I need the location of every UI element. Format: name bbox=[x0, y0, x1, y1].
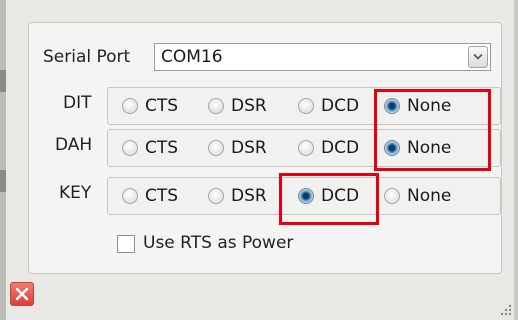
option-label: DCD bbox=[321, 96, 360, 116]
window-edge-right bbox=[514, 0, 518, 320]
settings-panel: Serial Port COM16 DIT CTS DSR DCD None D… bbox=[28, 22, 502, 274]
resize-grip-icon[interactable] bbox=[500, 304, 512, 316]
radio-button[interactable] bbox=[208, 188, 224, 204]
dit-label: DIT bbox=[63, 93, 92, 113]
radio-button[interactable] bbox=[122, 140, 138, 156]
radio-button[interactable] bbox=[298, 140, 314, 156]
radio-button[interactable] bbox=[122, 98, 138, 114]
rts-power-checkbox[interactable] bbox=[117, 235, 135, 253]
close-button[interactable] bbox=[10, 282, 34, 306]
rts-power-label: Use RTS as Power bbox=[143, 233, 294, 253]
option-label: CTS bbox=[145, 138, 179, 158]
key-label: KEY bbox=[59, 183, 92, 203]
close-icon bbox=[15, 287, 29, 301]
dah-label: DAH bbox=[55, 135, 93, 155]
radio-button[interactable] bbox=[208, 140, 224, 156]
serial-port-label: Serial Port bbox=[43, 47, 131, 67]
serial-port-select[interactable]: COM16 bbox=[154, 43, 491, 71]
edge-mark bbox=[0, 170, 6, 192]
radio-button[interactable] bbox=[122, 188, 138, 204]
option-label: DSR bbox=[231, 186, 267, 206]
option-label: DCD bbox=[321, 138, 360, 158]
option-label: CTS bbox=[145, 186, 179, 206]
highlight-box-dit-dah-none bbox=[374, 89, 491, 171]
option-label: None bbox=[407, 186, 452, 206]
edge-mark bbox=[0, 70, 6, 92]
radio-button[interactable] bbox=[298, 98, 314, 114]
radio-button[interactable] bbox=[384, 188, 400, 204]
dropdown-button[interactable] bbox=[468, 46, 488, 68]
chevron-down-icon bbox=[473, 53, 483, 60]
highlight-box-key-dcd bbox=[279, 173, 379, 225]
option-label: DSR bbox=[231, 96, 267, 116]
window-edge-left bbox=[0, 0, 6, 320]
option-label: CTS bbox=[145, 96, 179, 116]
option-label: DSR bbox=[231, 138, 267, 158]
radio-button[interactable] bbox=[208, 98, 224, 114]
serial-port-value: COM16 bbox=[161, 47, 223, 67]
